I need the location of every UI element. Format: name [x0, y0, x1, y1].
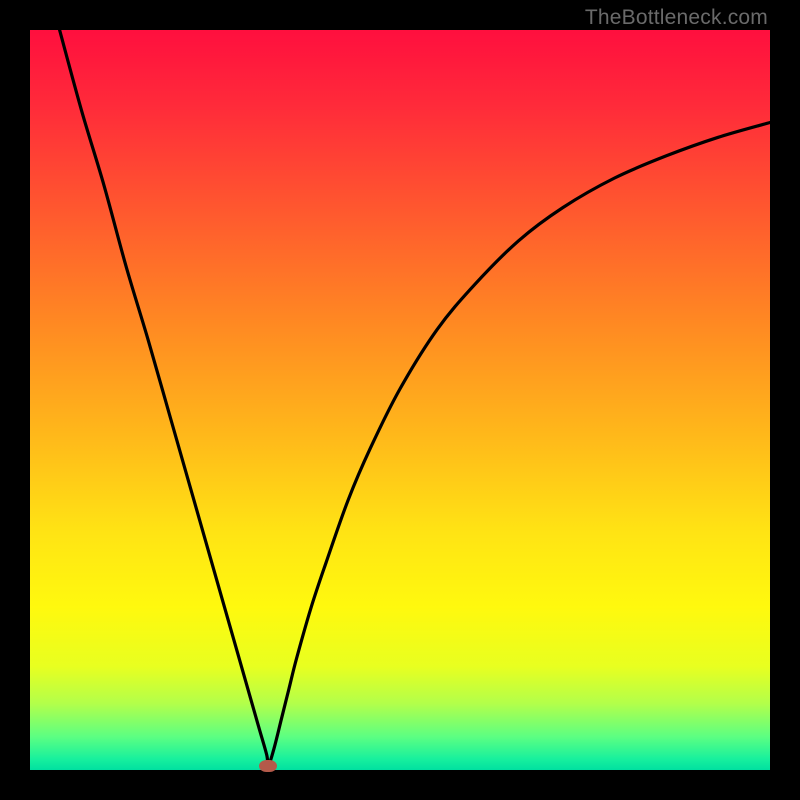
bottleneck-curve: [60, 30, 770, 766]
curve-layer: [30, 30, 770, 770]
minimum-marker: [259, 760, 277, 772]
plot-area: [30, 30, 770, 770]
watermark-text: TheBottleneck.com: [585, 6, 768, 30]
chart-frame: TheBottleneck.com: [0, 0, 800, 800]
